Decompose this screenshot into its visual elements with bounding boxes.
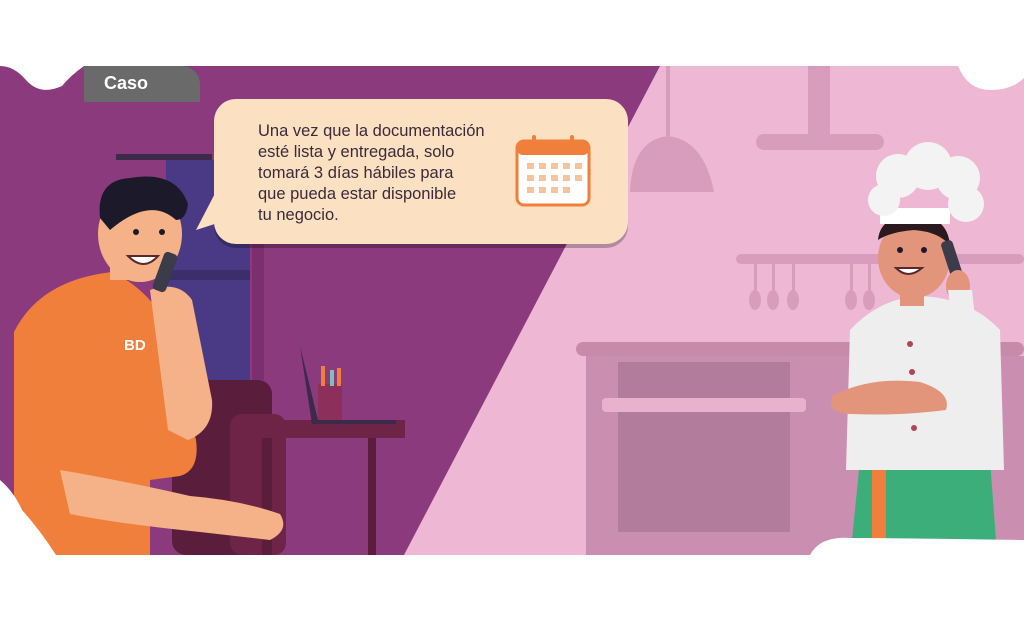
shirt-logo: BD (124, 337, 146, 354)
speech-bubble-text: Una vez que la documentación esté lista … (258, 122, 485, 224)
calendar-icon (515, 135, 591, 207)
corner-blob-bottom-right (810, 537, 1024, 555)
curtain-rod (116, 154, 212, 160)
case-tab: Caso (84, 66, 200, 102)
